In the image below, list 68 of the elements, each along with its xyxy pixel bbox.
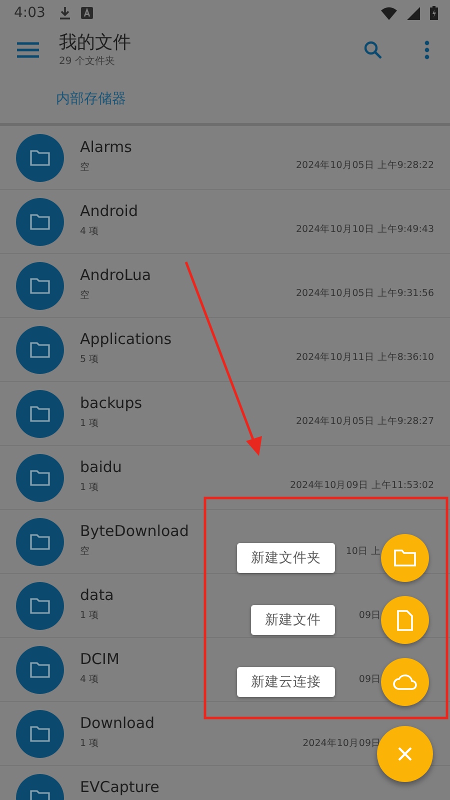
- folder-row[interactable]: Android 4 项 2024年10月10日 上午9:49:43: [0, 190, 450, 254]
- folder-name: ByteDownload: [80, 522, 190, 540]
- item-count: 空: [80, 161, 90, 174]
- folder-row[interactable]: backups 1 项 2024年10月05日 上午9:28:27: [0, 382, 450, 446]
- battery-icon: [430, 6, 438, 20]
- item-count: 1 项: [80, 609, 100, 622]
- folder-avatar-icon: [16, 454, 64, 502]
- cloud-icon: [393, 674, 417, 690]
- folder-row[interactable]: AndroLua 空 2024年10月05日 上午9:31:56: [0, 254, 450, 318]
- item-count: 4 项: [80, 673, 100, 686]
- modified-date: 2024年10月10日 上午9:49:43: [296, 223, 434, 236]
- folder-name: baidu: [80, 458, 123, 476]
- fab-label[interactable]: 新建云连接: [237, 667, 335, 697]
- folder-avatar-icon: [16, 326, 64, 374]
- item-count: 空: [80, 289, 90, 302]
- folder-row[interactable]: Alarms 空 2024年10月05日 上午9:28:22: [0, 126, 450, 190]
- app-title: 我的文件: [59, 32, 132, 54]
- download-icon: [59, 6, 72, 20]
- modified-date: 09日: [358, 673, 381, 686]
- folder-avatar-icon: [16, 582, 64, 630]
- search-icon[interactable]: [364, 41, 382, 59]
- folder-row[interactable]: baidu 1 项 2024年10月09日 上午11:53:02: [0, 446, 450, 510]
- signal-icon: [407, 6, 420, 20]
- modified-date: 2024年10月11日 上午8:36:10: [296, 351, 434, 364]
- folder-name: Alarms: [80, 138, 133, 156]
- modified-date: 09日: [358, 609, 381, 622]
- close-icon: [397, 746, 413, 762]
- fab-label[interactable]: 新建文件: [251, 605, 335, 635]
- close-button[interactable]: [377, 726, 433, 782]
- folder-avatar-icon: [16, 518, 64, 566]
- keyboard-icon: [81, 7, 94, 19]
- folder-avatar-icon: [16, 262, 64, 310]
- modified-date: 10日 上: [346, 545, 381, 558]
- folder-name: EVCapture: [80, 778, 160, 796]
- item-count: 4 项: [80, 225, 100, 238]
- folder-name: data: [80, 586, 115, 604]
- folder-name: Applications: [80, 330, 173, 348]
- item-count: 5 项: [80, 353, 100, 366]
- item-count: 1 项: [80, 417, 100, 430]
- modified-date: 2024年10月05日 上午9:31:56: [296, 287, 434, 300]
- modified-date: 2024年10月09日 上午11:53:02: [290, 479, 434, 492]
- new-cloud-button[interactable]: [381, 658, 429, 706]
- menu-icon[interactable]: [17, 42, 39, 58]
- item-count: 空: [80, 545, 90, 558]
- item-count: 1 项: [80, 481, 100, 494]
- folder-avatar-icon: [16, 710, 64, 758]
- folder-name: DCIM: [80, 650, 120, 668]
- file-icon: [397, 610, 413, 630]
- folder-row[interactable]: Applications 5 项 2024年10月11日 上午8:36:10: [0, 318, 450, 382]
- new-file-button[interactable]: [381, 596, 429, 644]
- folder-count: 29 个文件夹: [59, 54, 116, 68]
- folder-name: backups: [80, 394, 144, 412]
- folder-avatar-icon: [16, 390, 64, 438]
- item-count: 1 项: [80, 737, 100, 750]
- folder-avatar-icon: [16, 198, 64, 246]
- modified-date: 2024年10月05日 上午9:28:22: [296, 159, 434, 172]
- folder-name: Download: [80, 714, 156, 732]
- fab-label[interactable]: 新建文件夹: [237, 543, 335, 573]
- more-icon[interactable]: [424, 40, 430, 60]
- folder-avatar-icon: [16, 134, 64, 182]
- folder-icon: [394, 549, 416, 567]
- status-time: 4:03: [14, 5, 46, 21]
- folder-name: Android: [80, 202, 139, 220]
- wifi-icon: [381, 6, 397, 20]
- new-folder-button[interactable]: [381, 534, 429, 582]
- folder-name: AndroLua: [80, 266, 152, 284]
- folder-avatar-icon: [16, 646, 64, 694]
- modified-date: 2024年10月05日 上午9:28:27: [296, 415, 434, 428]
